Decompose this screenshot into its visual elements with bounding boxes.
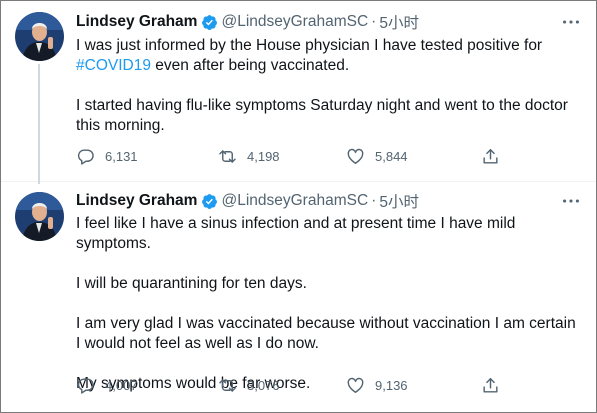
tweet-paragraph: I was just informed by the House physici…	[76, 36, 581, 76]
separator-dot: ·	[371, 13, 377, 30]
text-segment: I was just informed by the House physici…	[76, 37, 543, 54]
reply-icon	[77, 377, 94, 394]
share-button[interactable]	[472, 142, 510, 170]
retweet-icon	[219, 149, 236, 163]
verified-badge-icon	[202, 193, 218, 209]
tweet-2[interactable]: Lindsey Graham @LindseyGrahamSC · 5小时 I …	[1, 182, 596, 412]
like-icon	[347, 148, 364, 164]
reply-count: 6,131	[105, 148, 138, 164]
retweet-count: 4,198	[247, 148, 280, 164]
avatar[interactable]	[15, 12, 64, 61]
like-button[interactable]: 5,844	[337, 142, 408, 170]
action-bar: 6,131 4,198 5,844	[67, 142, 537, 170]
tweet-time[interactable]: 5小时	[379, 190, 419, 212]
share-icon	[483, 148, 498, 164]
reply-count: 4,007	[105, 377, 138, 393]
avatar[interactable]	[15, 192, 64, 241]
author-name[interactable]: Lindsey Graham	[76, 13, 197, 31]
tweet-paragraph: I feel like I have a sinus infection and…	[76, 215, 516, 252]
author-handle[interactable]: @LindseyGrahamSC	[221, 192, 368, 210]
separator-dot: ·	[371, 192, 377, 209]
share-button[interactable]	[472, 371, 510, 399]
retweet-button[interactable]: 4,198	[209, 142, 280, 170]
retweet-button[interactable]: 3,076	[209, 371, 280, 399]
verified-badge-icon	[202, 14, 218, 30]
tweet-1[interactable]: Lindsey Graham @LindseyGrahamSC · 5小时 I …	[1, 1, 596, 184]
more-icon[interactable]	[560, 190, 582, 212]
reply-button[interactable]: 6,131	[67, 142, 138, 170]
author-name[interactable]: Lindsey Graham	[76, 192, 197, 210]
reply-icon	[77, 148, 94, 165]
tweet-time[interactable]: 5小时	[379, 11, 419, 33]
more-icon[interactable]	[560, 11, 582, 33]
thread-line	[38, 64, 40, 184]
action-bar: 4,007 3,076 9,136	[67, 371, 537, 399]
tweet-paragraph: I am very glad I was vaccinated because …	[76, 315, 576, 352]
retweet-icon	[219, 378, 236, 392]
hashtag-link[interactable]: #COVID19	[76, 57, 151, 74]
like-count: 5,844	[375, 148, 408, 164]
like-button[interactable]: 9,136	[337, 371, 408, 399]
author-handle[interactable]: @LindseyGrahamSC	[221, 13, 368, 31]
tweet-text: I was just informed by the House physici…	[76, 36, 581, 136]
tweet-paragraph: I started having flu-like symptoms Satur…	[76, 97, 568, 134]
tweet-header: Lindsey Graham @LindseyGrahamSC · 5小时	[76, 190, 419, 212]
text-segment: even after being vaccinated.	[150, 57, 350, 74]
like-count: 9,136	[375, 377, 408, 393]
tweet-thread: Lindsey Graham @LindseyGrahamSC · 5小时 I …	[0, 0, 597, 413]
share-icon	[483, 377, 498, 393]
tweet-paragraph: I will be quarantining for ten days.	[76, 275, 307, 292]
reply-button[interactable]: 4,007	[67, 371, 138, 399]
tweet-header: Lindsey Graham @LindseyGrahamSC · 5小时	[76, 11, 419, 33]
like-icon	[347, 377, 364, 393]
tweet-text: I feel like I have a sinus infection and…	[76, 214, 581, 394]
retweet-count: 3,076	[247, 377, 280, 393]
